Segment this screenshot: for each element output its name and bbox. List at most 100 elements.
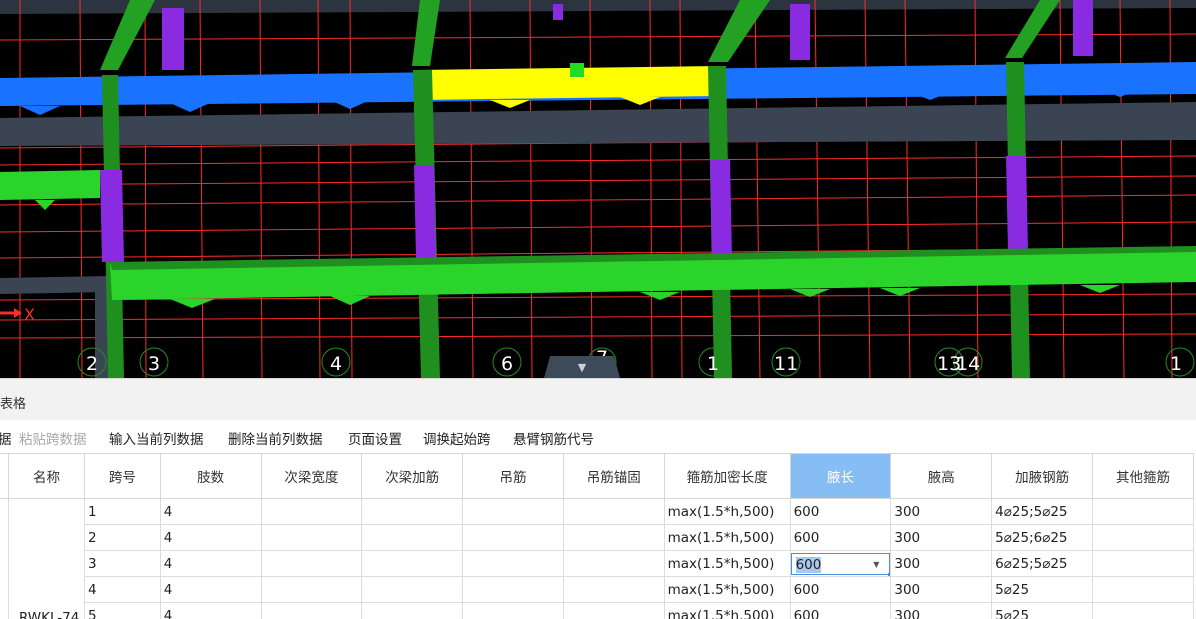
- table-cell[interactable]: 6⌀25;5⌀25: [991, 550, 1094, 577]
- table-cell[interactable]: 600: [789, 602, 892, 619]
- table-cell[interactable]: 5⌀25;6⌀25: [991, 524, 1094, 551]
- table-cell[interactable]: [562, 550, 665, 577]
- table-row: RWKL-74 1 4 max(1.5*h,500) 600 300 4⌀25;…: [0, 498, 1194, 619]
- column-top-3: [790, 4, 810, 60]
- beam-selected[interactable]: [418, 66, 718, 100]
- axis-label: 1: [707, 353, 719, 375]
- table-cell[interactable]: 300: [890, 602, 993, 619]
- table-cell[interactable]: [260, 550, 363, 577]
- table-cell[interactable]: 300: [890, 550, 993, 577]
- 3d-model-viewport[interactable]: X 2 3 4 6 7 1 11 13 14 1 ▼: [0, 0, 1196, 378]
- column-header[interactable]: 吊筋锚固: [562, 453, 665, 499]
- dropdown-arrow-icon[interactable]: ▼: [873, 554, 879, 576]
- table-cell[interactable]: max(1.5*h,500): [663, 550, 791, 577]
- beam-green-left: [0, 170, 100, 200]
- table-cell[interactable]: 300: [890, 498, 993, 525]
- table-cell[interactable]: [462, 576, 564, 603]
- column-header[interactable]: 跨号: [83, 453, 161, 499]
- column-header[interactable]: 箍筋加密长度: [663, 453, 791, 499]
- table-cell[interactable]: [361, 602, 464, 619]
- column-top-2: [553, 4, 563, 20]
- table-toolbar: 据 粘贴跨数据 输入当前列数据 删除当前列数据 页面设置 调换起始跨 悬臂钢筋代…: [0, 420, 1196, 452]
- column-header-gutter: [0, 453, 9, 499]
- table-cell[interactable]: [361, 498, 464, 525]
- grip-point[interactable]: [570, 63, 584, 77]
- span-table: 名称 跨号 肢数 次梁宽度 次梁加筋 吊筋 吊筋锚固 箍筋加密长度 腋长 腋高 …: [0, 453, 1194, 619]
- panel-header: 表格: [0, 378, 1196, 421]
- table-row: 2 4 max(1.5*h,500) 600 300 5⌀25;6⌀25: [0, 524, 1194, 551]
- column-header-selected[interactable]: 腋长: [789, 453, 892, 499]
- table-cell[interactable]: [462, 550, 564, 577]
- table-cell[interactable]: 5⌀25: [991, 576, 1094, 603]
- table-cell[interactable]: 4: [83, 576, 161, 603]
- table-cell[interactable]: 600: [789, 576, 892, 603]
- column-header[interactable]: 名称: [7, 453, 85, 499]
- table-cell-editing[interactable]: 600 ▼: [789, 550, 892, 577]
- table-cell[interactable]: max(1.5*h,500): [663, 524, 791, 551]
- column-header[interactable]: 吊筋: [462, 453, 564, 499]
- toolbar-cantilever-code[interactable]: 悬臂钢筋代号: [513, 428, 594, 448]
- table-cell[interactable]: 2: [83, 524, 161, 551]
- table-cell[interactable]: 300: [890, 576, 993, 603]
- table-cell[interactable]: [1092, 498, 1194, 525]
- table-cell[interactable]: [562, 498, 665, 525]
- table-cell[interactable]: [361, 524, 464, 551]
- axis-label: 3: [148, 353, 160, 375]
- table-cell[interactable]: [260, 524, 363, 551]
- table-cell[interactable]: [462, 602, 564, 619]
- table-cell[interactable]: [562, 524, 665, 551]
- table-cell[interactable]: 4: [159, 602, 262, 619]
- column-header[interactable]: 次梁加筋: [361, 453, 464, 499]
- column-header[interactable]: 腋高: [890, 453, 993, 499]
- table-cell[interactable]: [260, 602, 363, 619]
- chevron-down-icon: ▼: [577, 361, 587, 374]
- collapse-panel-button[interactable]: ▼: [544, 356, 620, 378]
- table-cell[interactable]: 3: [83, 550, 161, 577]
- axis-label: 4: [330, 353, 342, 375]
- table-cell[interactable]: [260, 576, 363, 603]
- beam-name-cell[interactable]: RWKL-74: [7, 498, 85, 619]
- table-cell[interactable]: [1092, 524, 1194, 551]
- table-cell[interactable]: 4: [159, 576, 262, 603]
- table-cell[interactable]: 4⌀25;5⌀25: [991, 498, 1094, 525]
- toolbar-page-setup[interactable]: 页面设置: [348, 428, 402, 448]
- table-cell[interactable]: [361, 550, 464, 577]
- slab-edge: [0, 276, 110, 294]
- table-cell[interactable]: 300: [890, 524, 993, 551]
- table-cell[interactable]: 600: [789, 524, 892, 551]
- column-top-1: [162, 8, 184, 70]
- column-header[interactable]: 其他箍筋: [1092, 453, 1194, 499]
- table-cell[interactable]: [462, 498, 564, 525]
- table-cell[interactable]: [562, 576, 665, 603]
- table-cell[interactable]: max(1.5*h,500): [663, 576, 791, 603]
- table-cell[interactable]: 4: [159, 524, 262, 551]
- toolbar-delete-column-data[interactable]: 删除当前列数据: [228, 428, 323, 448]
- table-cell[interactable]: 5⌀25: [991, 602, 1094, 619]
- table-cell[interactable]: [1092, 550, 1194, 577]
- table-cell[interactable]: 600: [789, 498, 892, 525]
- table-cell[interactable]: max(1.5*h,500): [663, 602, 791, 619]
- table-cell[interactable]: 1: [83, 498, 161, 525]
- table-cell[interactable]: [462, 524, 564, 551]
- table-cell[interactable]: 4: [159, 498, 262, 525]
- column-header[interactable]: 加腋钢筋: [991, 453, 1094, 499]
- table-cell[interactable]: [361, 576, 464, 603]
- table-cell[interactable]: [1092, 576, 1194, 603]
- haunch-length-dropdown[interactable]: 600 ▼: [791, 552, 890, 576]
- column-header[interactable]: 次梁宽度: [260, 453, 363, 499]
- model-canvas[interactable]: X 2 3 4 6 7 1 11 13 14 1: [0, 0, 1196, 378]
- column-header[interactable]: 肢数: [159, 453, 262, 499]
- toolbar-input-column-data[interactable]: 输入当前列数据: [109, 428, 204, 448]
- dropdown-value: 600: [795, 556, 822, 573]
- toolbar-swap-start-span[interactable]: 调换起始跨: [423, 428, 491, 448]
- table-cell[interactable]: [1092, 602, 1194, 619]
- toolbar-paste-span-data[interactable]: 粘贴跨数据: [19, 428, 87, 448]
- table-cell[interactable]: [562, 602, 665, 619]
- table-cell[interactable]: 5: [83, 602, 161, 619]
- table-cell[interactable]: [260, 498, 363, 525]
- table-cell[interactable]: 4: [159, 550, 262, 577]
- x-axis-label: X: [24, 305, 35, 324]
- axis-label: 1: [1170, 353, 1182, 375]
- toolbar-item-data[interactable]: 据: [0, 428, 12, 448]
- table-cell[interactable]: max(1.5*h,500): [663, 498, 791, 525]
